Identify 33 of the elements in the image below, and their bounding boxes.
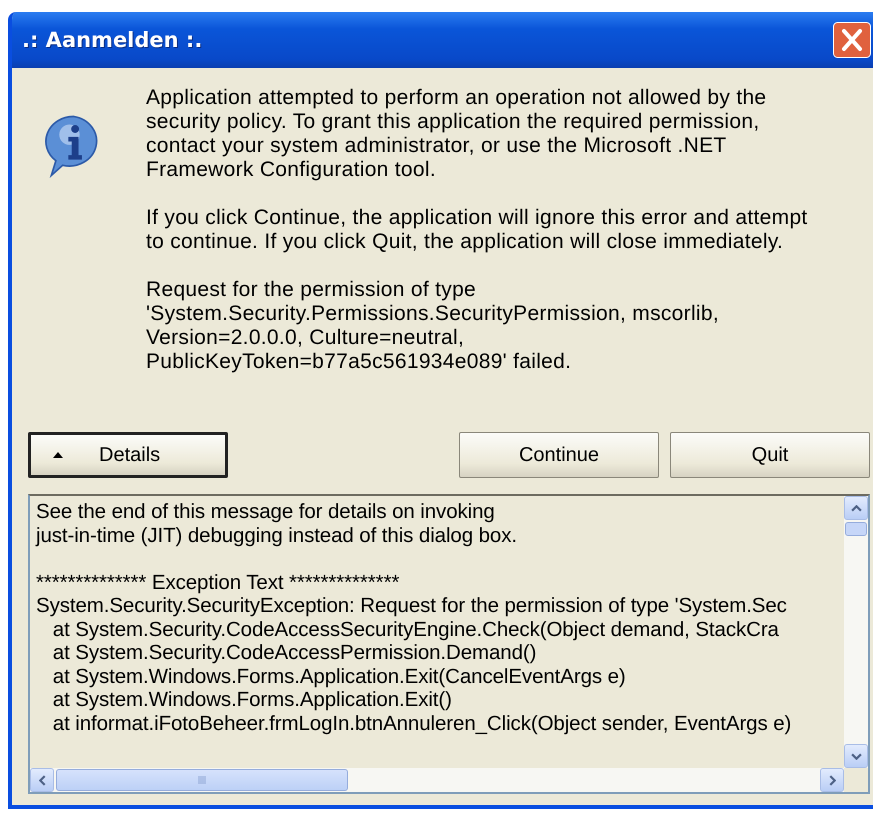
scroll-thumb[interactable] <box>56 769 348 791</box>
triangle-up-icon <box>53 452 63 458</box>
details-text-area[interactable] <box>28 494 870 794</box>
message-paragraph: If you click Continue, the application will ignore this error and attempt to continue. If you click Quit, the application will close immediately. <box>146 206 808 254</box>
button-label: Details <box>99 444 160 466</box>
close-icon[interactable] <box>833 22 871 58</box>
scroll-up-button[interactable] <box>844 496 868 520</box>
details-button[interactable]: Details <box>28 432 228 478</box>
scroll-left-button[interactable] <box>30 768 54 792</box>
scrollbar-corner <box>844 768 868 792</box>
window-title: .: Aanmelden :. <box>22 28 202 52</box>
details-line: at informat.iFotoBeheer.frmLogIn.btnAnnuleren_Click(Object sender, EventArgs e) <box>52 712 792 735</box>
details-line: See the end of this message for details on invoking <box>36 500 496 524</box>
details-line: ************** Exception Text ************** <box>36 570 400 594</box>
chevron-right-icon <box>828 774 836 786</box>
message-paragraph: Application attempted to perform an operation not allowed by the security policy. To grant this application the required permission, contact your system administrator, or use the Microsoft .NET Framework Configuration tool. <box>146 86 768 182</box>
scroll-thumb[interactable] <box>845 522 867 536</box>
message-paragraph: Request for the permission of type 'System.Security.Permissions.SecurityPermission, mscorlib, Version=2.0.0.0, Culture=neutral, PublicKeyToken=b77a5c561934e089' failed. <box>146 278 720 374</box>
dialog-button[interactable]: Quit <box>670 432 870 478</box>
details-line: at System.Windows.Forms.Application.Exit(CancelEventArgs e) <box>52 664 627 688</box>
chevron-down-icon <box>850 752 862 760</box>
chevron-left-icon <box>38 774 46 786</box>
scroll-down-button[interactable] <box>844 744 868 768</box>
dialog-button[interactable]: Continue <box>459 432 659 478</box>
details-line: at System.Security.CodeAccessPermission.Demand() <box>52 641 538 664</box>
vertical-scrollbar[interactable] <box>844 496 868 768</box>
details-line: just-in-time (JIT) debugging instead of this dialog box. <box>36 524 518 547</box>
horizontal-scrollbar[interactable] <box>30 768 868 792</box>
scroll-right-button[interactable] <box>820 768 844 792</box>
details-line: at System.Windows.Forms.Application.Exit() <box>52 688 453 712</box>
details-line: at System.Security.CodeAccessSecurityEngine.Check(Object demand, StackCra <box>52 618 780 641</box>
chevron-up-icon <box>850 504 862 512</box>
details-line: System.Security.SecurityException: Request for the permission of type 'System.Sec <box>36 594 788 618</box>
